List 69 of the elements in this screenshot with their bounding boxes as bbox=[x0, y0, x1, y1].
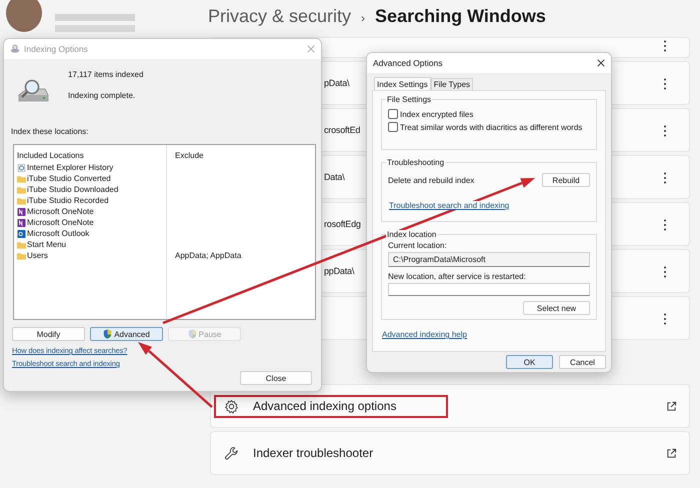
breadcrumb-parent[interactable]: Privacy & security bbox=[208, 6, 352, 27]
more-options-icon[interactable] bbox=[663, 125, 667, 137]
wrench-icon bbox=[224, 446, 239, 460]
location-name[interactable]: Users bbox=[27, 251, 48, 260]
breadcrumb-separator: › bbox=[361, 11, 366, 25]
window-title: Advanced Options bbox=[373, 58, 444, 68]
avatar bbox=[6, 0, 42, 32]
more-options-icon[interactable] bbox=[663, 219, 667, 231]
location-name[interactable]: iTube Studio Recorded bbox=[27, 196, 109, 205]
location-name[interactable]: Start Menu bbox=[27, 240, 66, 249]
more-options-icon[interactable] bbox=[663, 172, 667, 184]
checkbox-label: Treat similar words with diacritics as different words bbox=[400, 122, 582, 132]
location-name[interactable]: iTube Studio Downloaded bbox=[27, 185, 118, 194]
group-title: File Settings bbox=[386, 95, 432, 104]
close-button[interactable]: Close bbox=[240, 371, 312, 385]
location-path: ppData\ bbox=[324, 266, 354, 276]
dialog-button[interactable]: OK bbox=[506, 355, 553, 369]
settings-link-card[interactable]: Indexer troubleshooter bbox=[210, 431, 690, 475]
location-path: Data\ bbox=[324, 172, 345, 182]
onenote-icon bbox=[17, 208, 26, 216]
new-location-field[interactable] bbox=[388, 283, 590, 296]
location-name[interactable]: Microsoft Outlook bbox=[27, 229, 90, 238]
field-label: Current location: bbox=[388, 241, 447, 250]
locations-label: Index these locations: bbox=[11, 127, 90, 136]
location-path: crosoftEd bbox=[324, 125, 360, 135]
more-options-icon[interactable] bbox=[663, 313, 667, 325]
dialog-button[interactable]: Modify bbox=[12, 327, 85, 341]
settings-link-card[interactable]: Advanced indexing options bbox=[210, 384, 690, 428]
more-options-icon[interactable] bbox=[663, 78, 667, 90]
select-new-button[interactable]: Select new bbox=[523, 301, 590, 315]
group-title: Index location bbox=[386, 230, 438, 239]
window-title: Indexing Options bbox=[24, 44, 89, 54]
tab[interactable]: Index Settings bbox=[374, 77, 431, 90]
column-header: Exclude bbox=[174, 150, 204, 160]
current-location-field: C:\ProgramData\Microsoft bbox=[388, 252, 590, 267]
location-name[interactable]: Microsoft OneNote bbox=[27, 207, 94, 216]
dialog-button[interactable]: Cancel bbox=[559, 355, 606, 369]
location-path: pData\ bbox=[324, 78, 350, 88]
onenote-icon bbox=[17, 218, 26, 226]
checkbox[interactable] bbox=[388, 109, 398, 119]
indexing-status: Indexing complete. bbox=[68, 91, 136, 100]
open-external-icon bbox=[666, 400, 677, 412]
help-link[interactable]: Advanced indexing help bbox=[382, 330, 467, 339]
close-icon[interactable] bbox=[597, 59, 605, 67]
page-title: Searching Windows bbox=[375, 6, 546, 27]
troubleshoot-link[interactable]: Troubleshoot search and indexing bbox=[389, 201, 510, 210]
more-options-icon[interactable] bbox=[663, 266, 667, 278]
tab[interactable]: File Types bbox=[430, 78, 474, 90]
link-label: Advanced indexing options bbox=[253, 399, 396, 413]
checkbox[interactable] bbox=[388, 122, 398, 132]
history-page-icon bbox=[17, 164, 26, 172]
field-label: New location, after service is restarted: bbox=[388, 272, 526, 281]
group-title: Troubleshooting bbox=[386, 158, 446, 167]
link-label: Indexer troubleshooter bbox=[253, 446, 374, 460]
outlook-icon bbox=[17, 230, 26, 238]
more-options-icon[interactable] bbox=[663, 40, 667, 52]
dialog-button[interactable]: Advanced bbox=[90, 327, 163, 341]
open-external-icon bbox=[666, 448, 677, 458]
exclude-value: AppData; AppData bbox=[174, 251, 242, 260]
checkbox-label: Index encrypted files bbox=[400, 110, 474, 118]
settings-icon bbox=[224, 398, 239, 414]
rebuild-button[interactable]: Rebuild bbox=[542, 173, 590, 187]
location-name[interactable]: iTube Studio Converted bbox=[27, 174, 111, 183]
rebuild-label: Delete and rebuild index bbox=[388, 176, 474, 184]
location-name[interactable]: Internet Explorer History bbox=[27, 163, 114, 172]
column-header: Included Locations bbox=[16, 150, 85, 160]
location-name[interactable]: Microsoft OneNote bbox=[27, 218, 94, 227]
location-path: rosoftEdg bbox=[324, 219, 361, 229]
items-indexed-count: 17,117 items indexed bbox=[68, 70, 144, 79]
